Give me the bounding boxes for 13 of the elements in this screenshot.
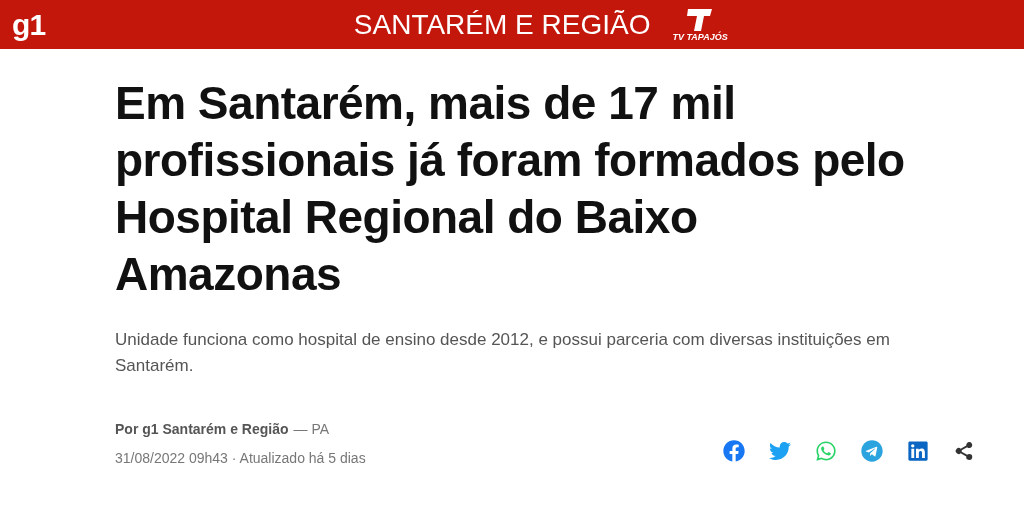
publish-date: 31/08/2022 09h43 · Atualizado há 5 dias — [115, 449, 366, 468]
telegram-icon[interactable] — [861, 440, 883, 462]
partner-logo: TV TAPAJÓS — [672, 33, 728, 42]
site-logo[interactable]: g1 — [12, 2, 46, 47]
share-icon[interactable] — [953, 440, 975, 462]
section-title[interactable]: SANTARÉM E REGIÃO — [353, 3, 651, 46]
twitter-icon[interactable] — [769, 440, 791, 462]
facebook-icon[interactable] — [723, 440, 745, 462]
headline: Em Santarém, mais de 17 mil profissionais já foram formados pelo Hospital Regional do Baixo Amazonas — [115, 76, 906, 302]
region-label: — PA — [293, 420, 330, 439]
linkedin-icon[interactable] — [907, 440, 929, 462]
subtitle: Unidade funciona como hospital de ensino desde 2012, e possui parceria com diversas instituições em Santarém. — [115, 329, 891, 377]
author-name: Por g1 Santarém e Região — [115, 420, 289, 439]
